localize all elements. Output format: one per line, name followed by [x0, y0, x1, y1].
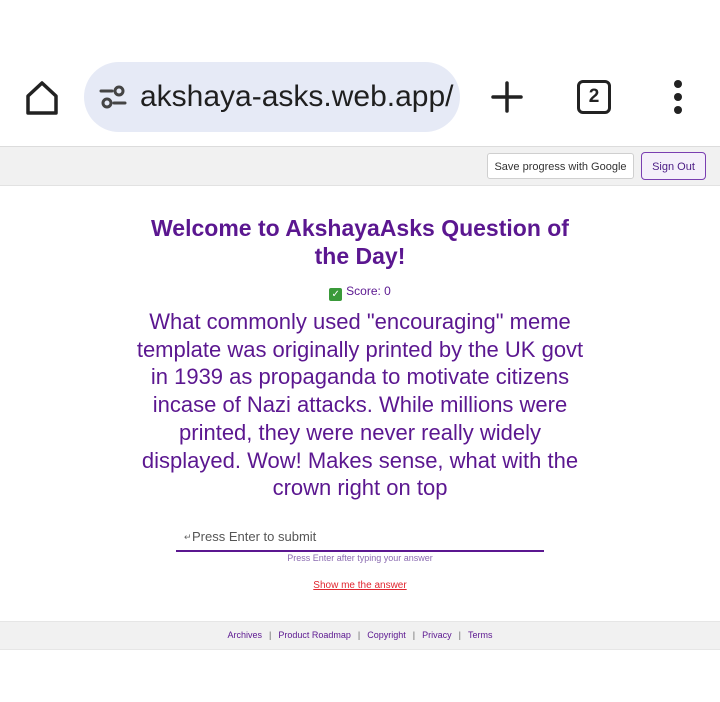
new-tab-button[interactable] — [488, 78, 526, 116]
footer-separator: | — [458, 630, 461, 640]
footer-separator: | — [412, 630, 416, 640]
answer-input[interactable] — [192, 524, 532, 548]
footer-link-copyright[interactable]: Copyright — [367, 630, 406, 640]
sign-out-button[interactable]: Sign Out — [641, 152, 706, 180]
score-label: Score: 0 — [346, 284, 391, 298]
page-title: Welcome to AkshayaAsks Question of the D… — [151, 215, 569, 269]
footer-link-product-roadmap[interactable]: Product Roadmap — [278, 630, 351, 640]
browser-menu-button[interactable] — [664, 78, 692, 116]
answer-field: ↵ — [176, 522, 544, 552]
url-text[interactable]: akshaya-asks.web.app/ — [140, 78, 454, 116]
footer-separator: | — [269, 630, 272, 640]
check-mark-icon: ✓ — [329, 288, 343, 301]
home-icon — [26, 81, 58, 115]
footer-link-archives[interactable]: Archives — [228, 630, 263, 640]
tune-icon[interactable] — [98, 82, 128, 112]
browser-toolbar: akshaya-asks.web.app/ 2 — [0, 48, 720, 147]
footer: Archives | Product Roadmap | Copyright | Priva… — [0, 621, 720, 650]
return-arrow-icon: ↵ — [184, 532, 192, 542]
answer-hint: Press Enter after typing your answer — [287, 553, 433, 563]
address-bar[interactable]: akshaya-asks.web.app/ — [84, 62, 460, 132]
home-button[interactable] — [22, 78, 62, 118]
show-answer-link[interactable]: Show me the answer — [260, 580, 460, 591]
plus-icon — [491, 81, 523, 113]
score-display: ✓ Score: 0 — [260, 284, 460, 301]
footer-separator: | — [357, 630, 361, 640]
question-text: What commonly used "encouraging" meme te… — [136, 309, 584, 501]
save-progress-google-button[interactable]: Save progress with Google — [487, 153, 634, 179]
footer-link-privacy[interactable]: Privacy — [422, 630, 452, 640]
tab-count: 2 — [588, 86, 600, 107]
more-vert-icon — [674, 80, 682, 114]
tab-switcher-button[interactable]: 2 — [577, 80, 611, 114]
footer-link-terms[interactable]: Terms — [468, 630, 493, 640]
app-header: Save progress with Google Sign Out — [0, 147, 720, 186]
